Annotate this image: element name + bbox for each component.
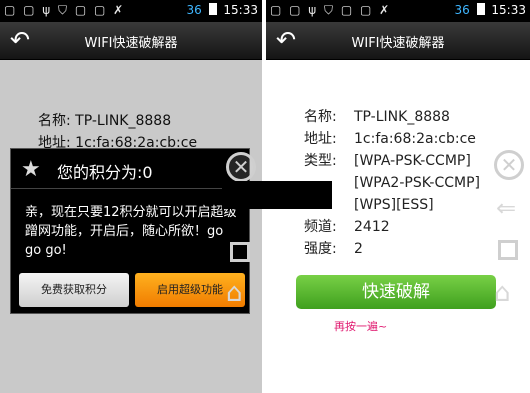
home-icon[interactable]: ⌂: [226, 280, 243, 306]
title-bar-right: ↶ WIFI快速破解器: [266, 22, 530, 60]
address-value: 1c:fa:68:2a:cb:ce: [354, 131, 476, 147]
dimmed-name-row: 名称: TP-LINK_8888: [38, 113, 172, 129]
close-icon-right[interactable]: ✕: [494, 150, 524, 180]
address-label: 地址:: [304, 131, 337, 147]
close-icon[interactable]: ✕: [226, 152, 256, 182]
clock: 15:33: [223, 3, 258, 17]
type-row: 类型: [WPA-PSK-CCMP][WPA2-PSK-CCMP][WPS][ES…: [304, 150, 494, 216]
retry-hint: 再按一遍~: [334, 320, 388, 333]
signal-icon: 36: [186, 3, 202, 17]
page-title: WIFI快速破解器: [84, 36, 178, 51]
title-bar: ↶ WIFI快速破解器: [0, 22, 262, 60]
strength-row: 强度: 2: [304, 238, 494, 260]
status-bar-right: ▢ ▢ ψ ⛉ ▢ ▢ ✗ 36 15:33: [266, 0, 530, 22]
free-points-button[interactable]: 免费获取积分: [19, 273, 129, 307]
dialog-title: 您的积分为:0: [57, 163, 153, 182]
status-bar: ▢ ▢ ψ ⛉ ▢ ▢ ✗ 36 15:33: [0, 0, 262, 22]
overlay-bar: [222, 181, 332, 209]
battery-icon-right: [476, 3, 485, 15]
page-title-right: WIFI快速破解器: [351, 36, 445, 51]
quick-crack-button[interactable]: 快速破解: [296, 275, 496, 309]
status-right: 36 15:33: [186, 3, 258, 17]
network-info: 名称: TP-LINK_8888 地址: 1c:fa:68:2a:cb:ce 类型:…: [304, 106, 494, 260]
status-icons: ▢ ▢ ψ ⛉ ▢ ▢ ✗: [4, 3, 126, 17]
type-label: 类型:: [304, 153, 337, 169]
name-value: TP-LINK_8888: [354, 109, 450, 125]
dialog-message: 亲，现在只要12积分就可以开启超级蹭网功能，开启后，随心所欲！go go go!: [25, 205, 237, 258]
battery-icon: [208, 3, 217, 15]
channel-row: 频道: 2412: [304, 216, 494, 238]
signal-icon-right: 36: [454, 3, 470, 17]
square-icon[interactable]: [230, 242, 250, 262]
dialog-header: ★ 您的积分为:0: [11, 149, 249, 189]
status-icons-right: ▢ ▢ ψ ⛉ ▢ ▢ ✗: [270, 3, 392, 17]
channel-value: 2412: [354, 219, 390, 235]
strength-value: 2: [354, 241, 363, 257]
square-icon-right[interactable]: [498, 240, 518, 260]
strength-label: 强度:: [304, 241, 337, 257]
name-label: 名称:: [304, 109, 337, 125]
name-row: 名称: TP-LINK_8888: [304, 106, 494, 128]
points-dialog: ★ 您的积分为:0 亲，现在只要12积分就可以开启超级蹭网功能，开启后，随心所欲…: [10, 148, 250, 314]
back-arrow-icon-float[interactable]: ⇐: [496, 196, 516, 220]
clock-right: 15:33: [491, 3, 526, 17]
type-value: [WPA-PSK-CCMP][WPA2-PSK-CCMP][WPS][ESS]: [354, 153, 481, 213]
status-right-group: 36 15:33: [454, 3, 526, 17]
home-icon-right[interactable]: ⌂: [494, 280, 511, 306]
channel-label: 频道:: [304, 219, 337, 235]
address-row: 地址: 1c:fa:68:2a:cb:ce: [304, 128, 494, 150]
star-icon: ★: [21, 157, 41, 182]
